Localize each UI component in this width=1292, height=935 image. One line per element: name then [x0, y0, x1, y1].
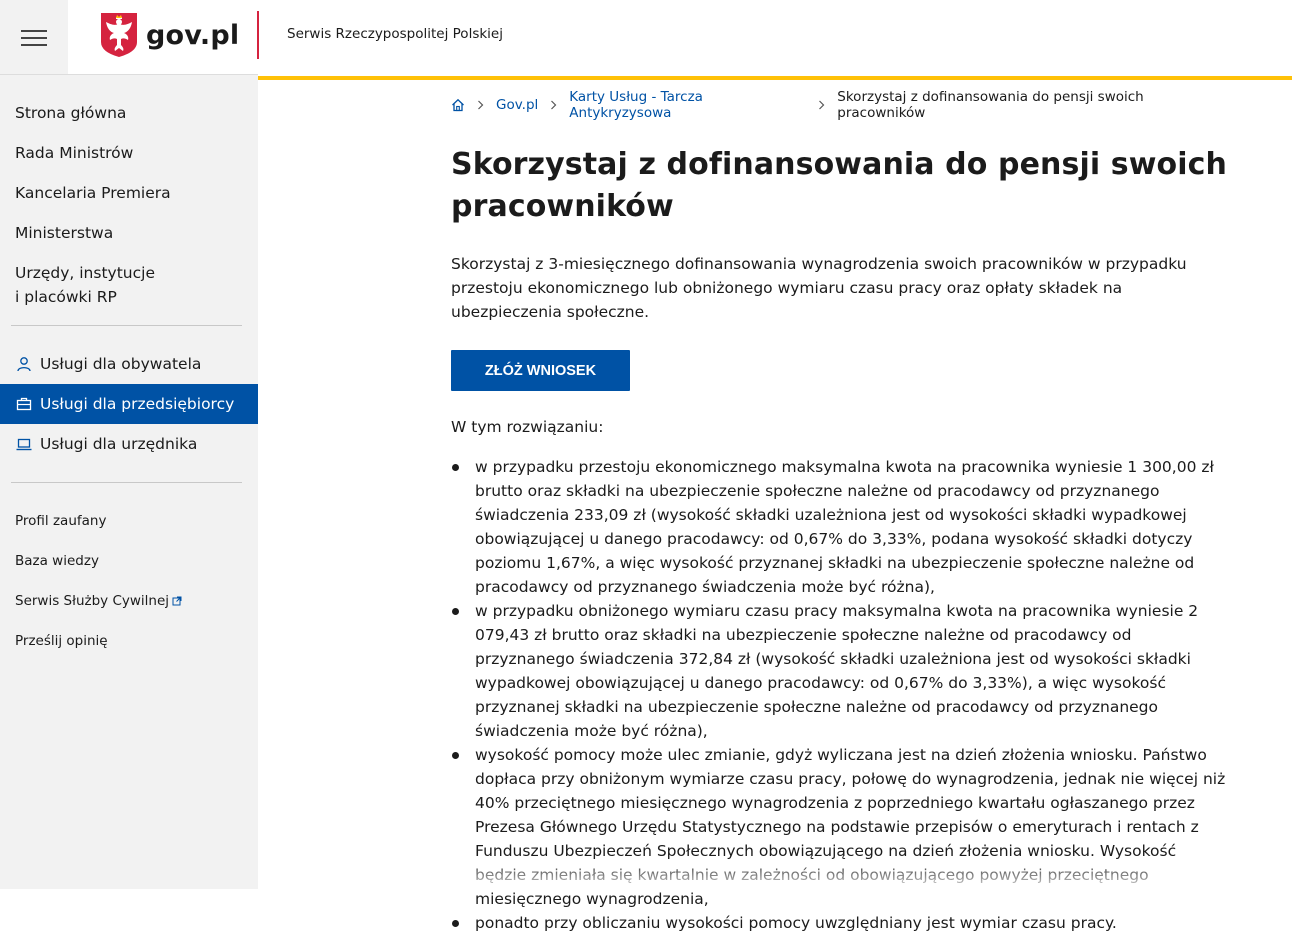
site-header: gov.pl Serwis Rzeczypospolitej Polskiej: [0, 0, 1292, 76]
list-item: w przypadku obniżonego wymiaru czasu pra…: [451, 599, 1231, 743]
sidebar-item-label: Usługi dla przedsiębiorcy: [40, 395, 234, 413]
sidebar-item-uslugi-obywatela[interactable]: Usługi dla obywatela: [0, 344, 258, 384]
breadcrumb: Gov.pl Karty Usług - Tarcza Antykryzysow…: [451, 80, 1231, 130]
breadcrumb-home-link[interactable]: [451, 98, 465, 112]
submit-application-button[interactable]: ZŁÓŻ WNIOSEK: [451, 350, 630, 391]
list-item: ponadto przy obliczaniu wysokości pomocy…: [451, 911, 1231, 935]
laptop-icon: [15, 435, 33, 453]
sidebar-item-uslugi-urzednika[interactable]: Usługi dla urzędnika: [0, 424, 258, 464]
sidebar-item-label: Serwis Służby Cywilnej: [15, 593, 169, 609]
govpl-logo[interactable]: gov.pl: [100, 12, 239, 58]
sidebar-item-uslugi-przedsiebiorcy[interactable]: Usługi dla przedsiębiorcy: [0, 384, 258, 424]
sidebar-item-profil-zaufany[interactable]: Profil zaufany: [0, 501, 258, 541]
logo-text: gov.pl: [146, 20, 239, 51]
solution-heading: W tym rozwiązaniu:: [451, 415, 1231, 439]
page-title: Skorzystaj z dofinansowania do pensji sw…: [451, 144, 1231, 228]
hamburger-icon-bar: [21, 44, 47, 46]
sidebar-item-serwis-sluzby-cywilnej[interactable]: Serwis Służby Cywilnej: [0, 581, 258, 621]
chevron-right-icon: [550, 100, 557, 110]
external-link-icon: [172, 596, 182, 606]
hamburger-menu-button[interactable]: [0, 0, 68, 75]
sidebar-extra-nav: Profil zaufany Baza wiedzy Serwis Służby…: [0, 483, 258, 661]
user-icon: [15, 355, 33, 373]
sidebar-item-przeslij-opinie[interactable]: Prześlij opinię: [0, 621, 258, 661]
header-separator: [257, 11, 259, 59]
list-item: wysokość pomocy może ulec zmianie, gdyż …: [451, 743, 1231, 911]
sidebar-item-ministerstwa[interactable]: Ministerstwa: [0, 221, 258, 245]
breadcrumb-current: Skorzystaj z dofinansowania do pensji sw…: [837, 89, 1231, 121]
polish-eagle-emblem-icon: [100, 12, 138, 58]
hamburger-icon-bar: [21, 37, 47, 39]
sidebar-item-rada-ministrow[interactable]: Rada Ministrów: [0, 141, 258, 165]
main-content: Gov.pl Karty Usług - Tarcza Antykryzysow…: [451, 80, 1231, 935]
list-item: w przypadku przestoju ekonomicznego maks…: [451, 455, 1231, 599]
sidebar-item-urzedy[interactable]: Urzędy, instytucje i placówki RP: [0, 261, 170, 309]
briefcase-icon: [15, 395, 33, 413]
sidebar-item-label: Usługi dla obywatela: [40, 355, 201, 373]
sidebar-item-baza-wiedzy[interactable]: Baza wiedzy: [0, 541, 258, 581]
chevron-right-icon: [818, 100, 825, 110]
chevron-right-icon: [477, 100, 484, 110]
hamburger-icon: [21, 30, 47, 32]
home-icon: [451, 98, 465, 112]
service-name: Serwis Rzeczypospolitej Polskiej: [287, 26, 503, 42]
sidebar-item-label: Usługi dla urzędnika: [40, 435, 197, 453]
sidebar-main-nav: Strona główna Rada Ministrów Kancelaria …: [0, 75, 258, 309]
breadcrumb-link-karty-uslug[interactable]: Karty Usług - Tarcza Antykryzysowa: [569, 89, 806, 121]
sidebar-item-strona-glowna[interactable]: Strona główna: [0, 101, 258, 125]
sidebar: Strona główna Rada Ministrów Kancelaria …: [0, 75, 258, 889]
intro-paragraph: Skorzystaj z 3-miesięcznego dofinansowan…: [451, 252, 1231, 324]
solution-list: w przypadku przestoju ekonomicznego maks…: [451, 455, 1231, 935]
breadcrumb-link-govpl[interactable]: Gov.pl: [496, 97, 538, 113]
sidebar-services-nav: Usługi dla obywatela Usługi dla przedsię…: [0, 326, 258, 482]
sidebar-item-kancelaria-premiera[interactable]: Kancelaria Premiera: [0, 181, 258, 205]
